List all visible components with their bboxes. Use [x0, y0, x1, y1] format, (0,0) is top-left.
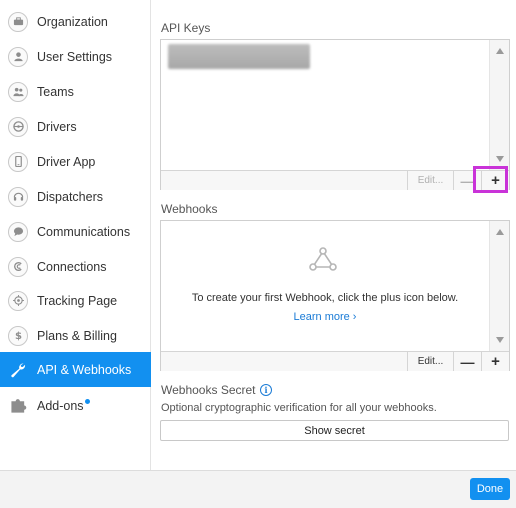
webhook-icon	[309, 247, 337, 271]
sidebar-item-user-settings[interactable]: User Settings	[0, 39, 151, 74]
sidebar-item-label: Communications	[37, 224, 131, 239]
api-key-edit-button[interactable]: Edit...	[407, 171, 453, 190]
svg-text:$: $	[14, 331, 21, 341]
webhooks-toolbar: Edit... — +	[161, 351, 509, 371]
target-icon	[8, 290, 28, 311]
sidebar-item-label: Add-ons	[37, 398, 90, 413]
sidebar-item-teams[interactable]: Teams	[0, 74, 151, 109]
sidebar-item-label: API & Webhooks	[37, 362, 132, 377]
new-indicator-dot	[84, 398, 90, 404]
sidebar-item-dispatchers[interactable]: Dispatchers	[0, 179, 151, 214]
scroll-up-icon[interactable]	[496, 48, 504, 54]
sidebar-item-label: User Settings	[37, 49, 113, 64]
steering-wheel-icon	[8, 116, 28, 137]
headset-icon	[8, 186, 28, 207]
webhooks-title: Webhooks	[161, 202, 218, 216]
redacted-api-key[interactable]	[168, 44, 310, 69]
sidebar-item-drivers[interactable]: Drivers	[0, 109, 151, 144]
wrench-icon	[8, 360, 28, 380]
scroll-down-icon[interactable]	[496, 337, 504, 343]
team-icon	[8, 81, 28, 102]
sidebar-item-driver-app[interactable]: Driver App	[0, 144, 151, 179]
user-icon	[8, 46, 28, 67]
settings-sidebar: Organization User Settings Teams Drivers…	[0, 0, 151, 470]
sidebar-item-label: Drivers	[37, 119, 77, 134]
phone-icon	[8, 151, 28, 172]
dialog-footer: Done	[0, 470, 516, 508]
webhook-remove-button[interactable]: —	[453, 352, 481, 371]
sidebar-item-organization[interactable]: Organization	[0, 4, 151, 39]
webhooks-secret-description: Optional cryptographic verification for …	[161, 402, 437, 414]
chat-bubble-icon	[8, 221, 28, 242]
sidebar-item-label: Tracking Page	[37, 293, 118, 308]
api-keys-title: API Keys	[161, 21, 211, 35]
sidebar-item-label: Plans & Billing	[37, 328, 117, 343]
show-secret-button[interactable]: Show secret	[160, 420, 509, 441]
dollar-icon: $	[8, 325, 28, 346]
sidebar-item-label: Teams	[37, 84, 74, 99]
sidebar-item-tracking-page[interactable]: Tracking Page	[0, 283, 151, 318]
learn-more-link[interactable]: Learn more ›	[160, 311, 490, 323]
sidebar-item-add-ons[interactable]: Add-ons	[0, 388, 151, 423]
briefcase-icon	[8, 11, 28, 32]
sidebar-item-label: Driver App	[37, 154, 96, 169]
webhooks-empty-message: To create your first Webhook, click the …	[191, 292, 459, 304]
webhook-edit-button[interactable]: Edit...	[407, 352, 453, 371]
sidebar-item-label: Dispatchers	[37, 189, 103, 204]
sidebar-item-label: Connections	[37, 259, 107, 274]
scroll-down-icon[interactable]	[496, 156, 504, 162]
scroll-up-icon[interactable]	[496, 229, 504, 235]
connection-icon	[8, 256, 28, 277]
api-keys-scrollbar[interactable]	[489, 40, 509, 170]
sidebar-item-connections[interactable]: Connections	[0, 249, 151, 284]
api-keys-toolbar: Edit... — +	[161, 170, 509, 190]
webhook-add-button[interactable]: +	[481, 352, 509, 371]
sidebar-item-label: Organization	[37, 14, 108, 29]
sidebar-item-plans-billing[interactable]: $ Plans & Billing	[0, 318, 151, 353]
add-button-highlight	[473, 166, 508, 193]
done-button[interactable]: Done	[470, 478, 510, 500]
webhooks-scrollbar[interactable]	[489, 221, 509, 351]
puzzle-icon	[8, 396, 28, 416]
webhooks-secret-title: Webhooks Secret	[161, 383, 256, 397]
sidebar-item-api-webhooks[interactable]: API & Webhooks	[0, 352, 151, 387]
info-icon[interactable]: i	[260, 384, 272, 396]
sidebar-item-communications[interactable]: Communications	[0, 214, 151, 249]
